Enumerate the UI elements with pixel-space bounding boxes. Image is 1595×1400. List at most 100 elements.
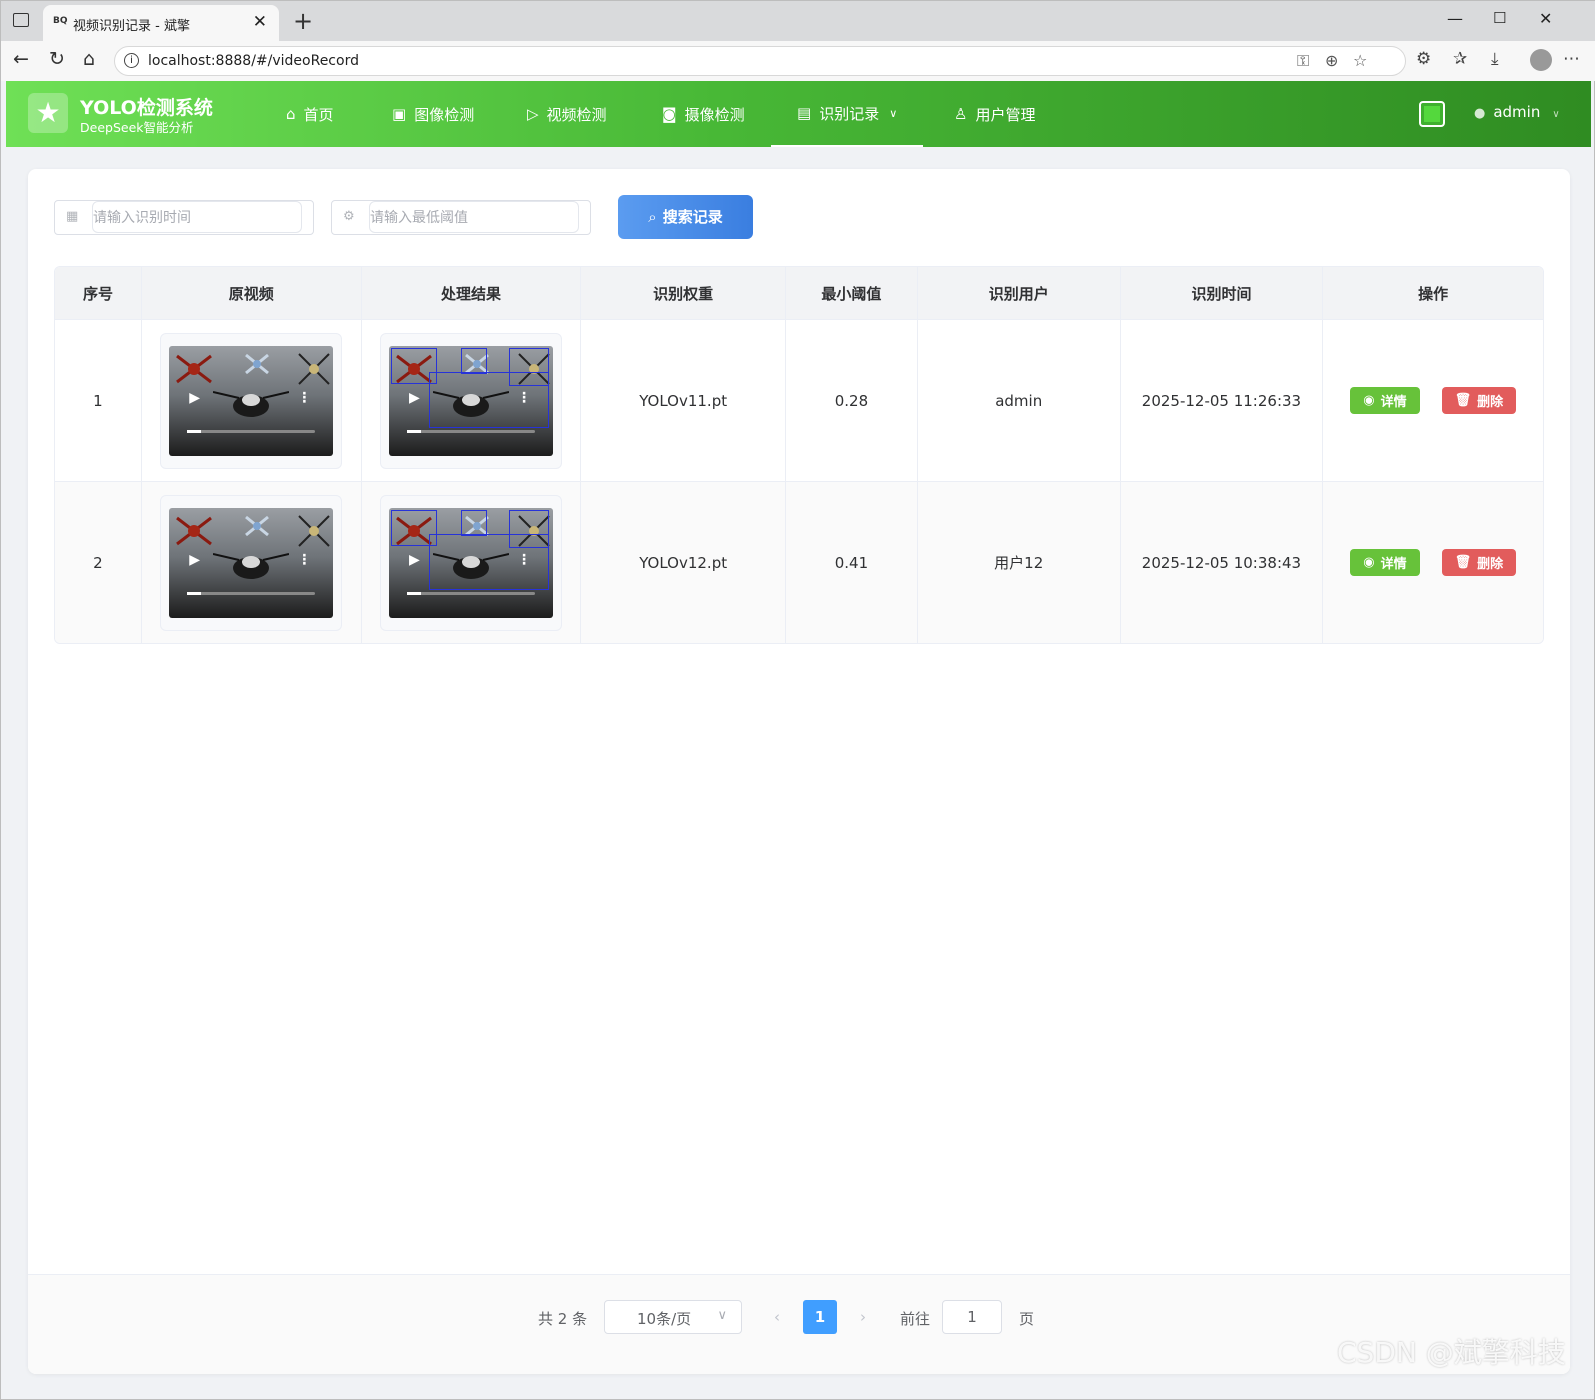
- user-menu[interactable]: ● admin ∨: [1474, 103, 1560, 121]
- close-window-icon[interactable]: ✕: [1539, 9, 1552, 28]
- star-icon[interactable]: ☆: [1353, 51, 1367, 70]
- detail-button[interactable]: ◉ 详情: [1350, 549, 1420, 576]
- more-vertical-icon[interactable]: ⋮: [517, 552, 531, 568]
- chevron-down-icon: ∨: [717, 1308, 727, 1323]
- next-page-button[interactable]: ›: [846, 1300, 880, 1334]
- search-button-label: 搜索记录: [662, 208, 723, 226]
- weight-cell: YOLOv11.pt: [581, 320, 787, 481]
- site-info-icon[interactable]: i: [124, 53, 139, 68]
- nav-camera-detect[interactable]: ◙ 摄像检测: [662, 81, 745, 147]
- close-tab-icon[interactable]: ✕: [253, 12, 267, 32]
- nav-video-detect[interactable]: ▷ 视频检测: [527, 81, 607, 147]
- play-icon[interactable]: ▶: [189, 552, 200, 568]
- prev-page-button[interactable]: ‹: [760, 1300, 794, 1334]
- goto-label: 前往: [900, 1310, 931, 1328]
- play-icon[interactable]: ▶: [409, 552, 420, 568]
- nav-home[interactable]: ⌂ 首页: [286, 81, 334, 147]
- delete-label: 删除: [1477, 557, 1504, 572]
- page-size-select[interactable]: 10条/页 ∨: [604, 1300, 742, 1334]
- maximize-icon[interactable]: ☐: [1493, 9, 1506, 27]
- time-filter-input[interactable]: ▦ 请输入识别时间: [54, 200, 314, 235]
- nav-user-manage[interactable]: ♙ 用户管理: [954, 81, 1035, 147]
- original-video-player[interactable]: ▶ ⋮: [169, 345, 334, 456]
- delete-label: 删除: [1477, 395, 1504, 410]
- play-circle-icon: ▷: [527, 105, 539, 123]
- tab-title: 视频识别记录 - 斌擎: [73, 19, 190, 34]
- video-progress-bar[interactable]: [406, 591, 535, 595]
- chevron-down-icon: ∨: [1552, 109, 1560, 120]
- more-vertical-icon[interactable]: ⋮: [517, 390, 531, 406]
- table-body: 1 ▶ ⋮ ▶ ⋮ YOLOv11.pt 0.28 admin 2025-12-…: [55, 319, 1543, 643]
- result-video-player[interactable]: ▶ ⋮: [388, 507, 553, 618]
- video-progress-bar[interactable]: [187, 591, 316, 595]
- page-suffix: 页: [1019, 1310, 1035, 1328]
- logo-star-icon: ★: [28, 93, 68, 133]
- theme-toggle-button[interactable]: [1419, 101, 1445, 127]
- nav-label: 摄像检测: [684, 105, 745, 124]
- page-size-value: 10条/页: [637, 1310, 692, 1328]
- tab-bar: BQ 视频识别记录 - 斌擎 ✕ + — ☐ ✕: [1, 1, 1595, 41]
- threshold-filter-input[interactable]: ⚙ 请输入最低阈值: [331, 200, 591, 235]
- detail-label: 详情: [1380, 395, 1407, 410]
- camera-icon: ◙: [662, 105, 677, 123]
- header-user: 识别用户: [918, 267, 1121, 319]
- zoom-icon[interactable]: ⊕: [1325, 51, 1338, 70]
- actions-cell: ◉ 详情 🗑 删除: [1323, 482, 1543, 643]
- brand-subtitle: DeepSeek智能分析: [80, 120, 194, 135]
- detail-button[interactable]: ◉ 详情: [1350, 387, 1420, 414]
- nav-records[interactable]: ▤ 识别记录 ∨: [771, 81, 924, 147]
- url-field[interactable]: i localhost:8888/#/videoRecord ⚿ ⊕ ☆: [114, 46, 1406, 76]
- nav-label: 图像检测: [414, 105, 475, 124]
- header-time: 识别时间: [1121, 267, 1324, 319]
- header-threshold: 最小阈值: [786, 267, 918, 319]
- time-cell: 2025-12-05 11:26:33: [1121, 320, 1324, 481]
- result-video-cell: ▶ ⋮: [362, 482, 582, 643]
- header-original-video: 原视频: [142, 267, 362, 319]
- extensions-icon[interactable]: ⚙: [1416, 49, 1431, 69]
- profile-avatar[interactable]: [1530, 49, 1552, 71]
- time-cell: 2025-12-05 10:38:43: [1121, 482, 1324, 643]
- sidebar-toggle-icon[interactable]: [13, 13, 29, 27]
- more-vertical-icon[interactable]: ⋮: [297, 390, 311, 406]
- home-page-icon[interactable]: ⌂: [83, 48, 95, 70]
- favorites-icon[interactable]: ✰: [1453, 49, 1467, 69]
- delete-button[interactable]: 🗑 删除: [1441, 549, 1517, 576]
- more-vertical-icon[interactable]: ⋮: [297, 552, 311, 568]
- key-icon[interactable]: ⚿: [1297, 51, 1309, 71]
- search-bar: ▦ 请输入识别时间 ⚙ 请输入最低阈值 ⌕ 搜索记录: [28, 169, 1570, 266]
- original-video-player[interactable]: ▶ ⋮: [169, 507, 334, 618]
- minimize-icon[interactable]: —: [1447, 9, 1463, 28]
- home-icon: ⌂: [286, 105, 296, 123]
- table-header: 序号 原视频 处理结果 识别权重 最小阈值 识别用户 识别时间 操作: [55, 267, 1543, 319]
- threshold-cell: 0.41: [786, 482, 918, 643]
- original-video-cell: ▶ ⋮: [142, 482, 362, 643]
- result-video-cell: ▶ ⋮: [362, 320, 582, 481]
- eye-icon: ◉: [1363, 555, 1375, 570]
- video-progress-bar[interactable]: [187, 429, 316, 433]
- play-icon[interactable]: ▶: [409, 390, 420, 406]
- favicon: BQ: [53, 16, 68, 26]
- watermark: CSDN @斌擎科技: [1337, 1336, 1566, 1369]
- play-icon[interactable]: ▶: [189, 390, 200, 406]
- video-progress-bar[interactable]: [406, 429, 535, 433]
- nav-image-detect[interactable]: ▣ 图像检测: [392, 81, 474, 147]
- header-weight: 识别权重: [581, 267, 787, 319]
- user-avatar-icon: ●: [1474, 106, 1486, 121]
- detection-box: [428, 371, 549, 428]
- actions-cell: ◉ 详情 🗑 删除: [1323, 320, 1543, 481]
- download-icon[interactable]: ⤓: [1491, 49, 1499, 69]
- goto-page-input[interactable]: 1: [942, 1300, 1002, 1334]
- new-tab-icon[interactable]: +: [293, 7, 313, 35]
- search-button[interactable]: ⌕ 搜索记录: [618, 195, 753, 239]
- original-video-cell: ▶ ⋮: [142, 320, 362, 481]
- username: admin: [1493, 103, 1541, 121]
- result-video-player[interactable]: ▶ ⋮: [388, 345, 553, 456]
- delete-button[interactable]: 🗑 删除: [1441, 387, 1517, 414]
- reload-icon[interactable]: ↻: [49, 48, 65, 70]
- more-menu-icon[interactable]: ⋯: [1563, 49, 1580, 69]
- page-number-button[interactable]: 1: [803, 1300, 837, 1334]
- browser-tab[interactable]: BQ 视频识别记录 - 斌擎 ✕: [43, 5, 279, 41]
- eye-icon: ◉: [1363, 393, 1375, 408]
- nav-label: 首页: [303, 105, 334, 124]
- back-icon[interactable]: ←: [13, 48, 29, 70]
